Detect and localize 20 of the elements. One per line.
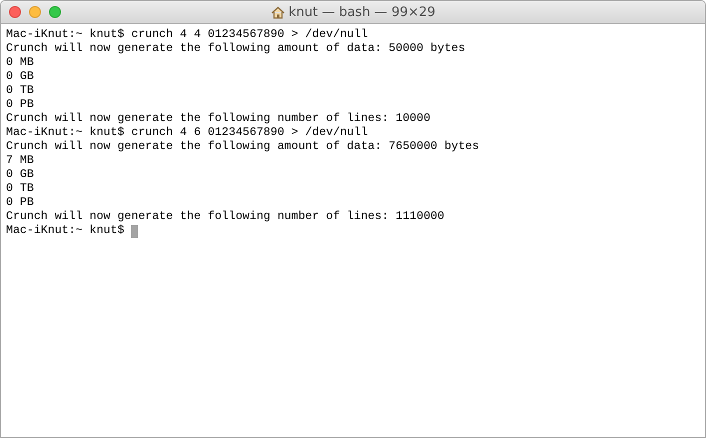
terminal-line: Mac-iKnut:~ knut$ crunch 4 6 01234567890 > /dev/null: [6, 126, 368, 140]
window-title: knut — bash — 99×29: [288, 4, 436, 20]
terminal-line: 0 PB: [6, 98, 34, 112]
terminal-line: Crunch will now generate the following amount of data: 7650000 bytes: [6, 140, 480, 154]
terminal-line: Mac-iKnut:~ knut$ crunch 4 4 01234567890 > /dev/null: [6, 28, 368, 42]
house-icon: [270, 6, 285, 18]
terminal-line: Crunch will now generate the following number of lines: 10000: [6, 112, 430, 126]
terminal-line: 7 MB: [6, 154, 34, 168]
terminal-line: 0 GB: [6, 168, 34, 182]
terminal-line: 0 GB: [6, 70, 34, 84]
terminal-line: 0 PB: [6, 196, 34, 210]
close-button[interactable]: [9, 6, 21, 18]
terminal-line: Crunch will now generate the following number of lines: 1110000: [6, 210, 444, 224]
terminal-line: 0 MB: [6, 56, 34, 70]
terminal-line: 0 TB: [6, 84, 34, 98]
shell-prompt: Mac-iKnut:~ knut$: [6, 224, 124, 238]
zoom-button[interactable]: [49, 6, 61, 18]
terminal-line: 0 TB: [6, 182, 34, 196]
terminal-line: Crunch will now generate the following amount of data: 50000 bytes: [6, 42, 466, 56]
minimize-button[interactable]: [29, 6, 41, 18]
